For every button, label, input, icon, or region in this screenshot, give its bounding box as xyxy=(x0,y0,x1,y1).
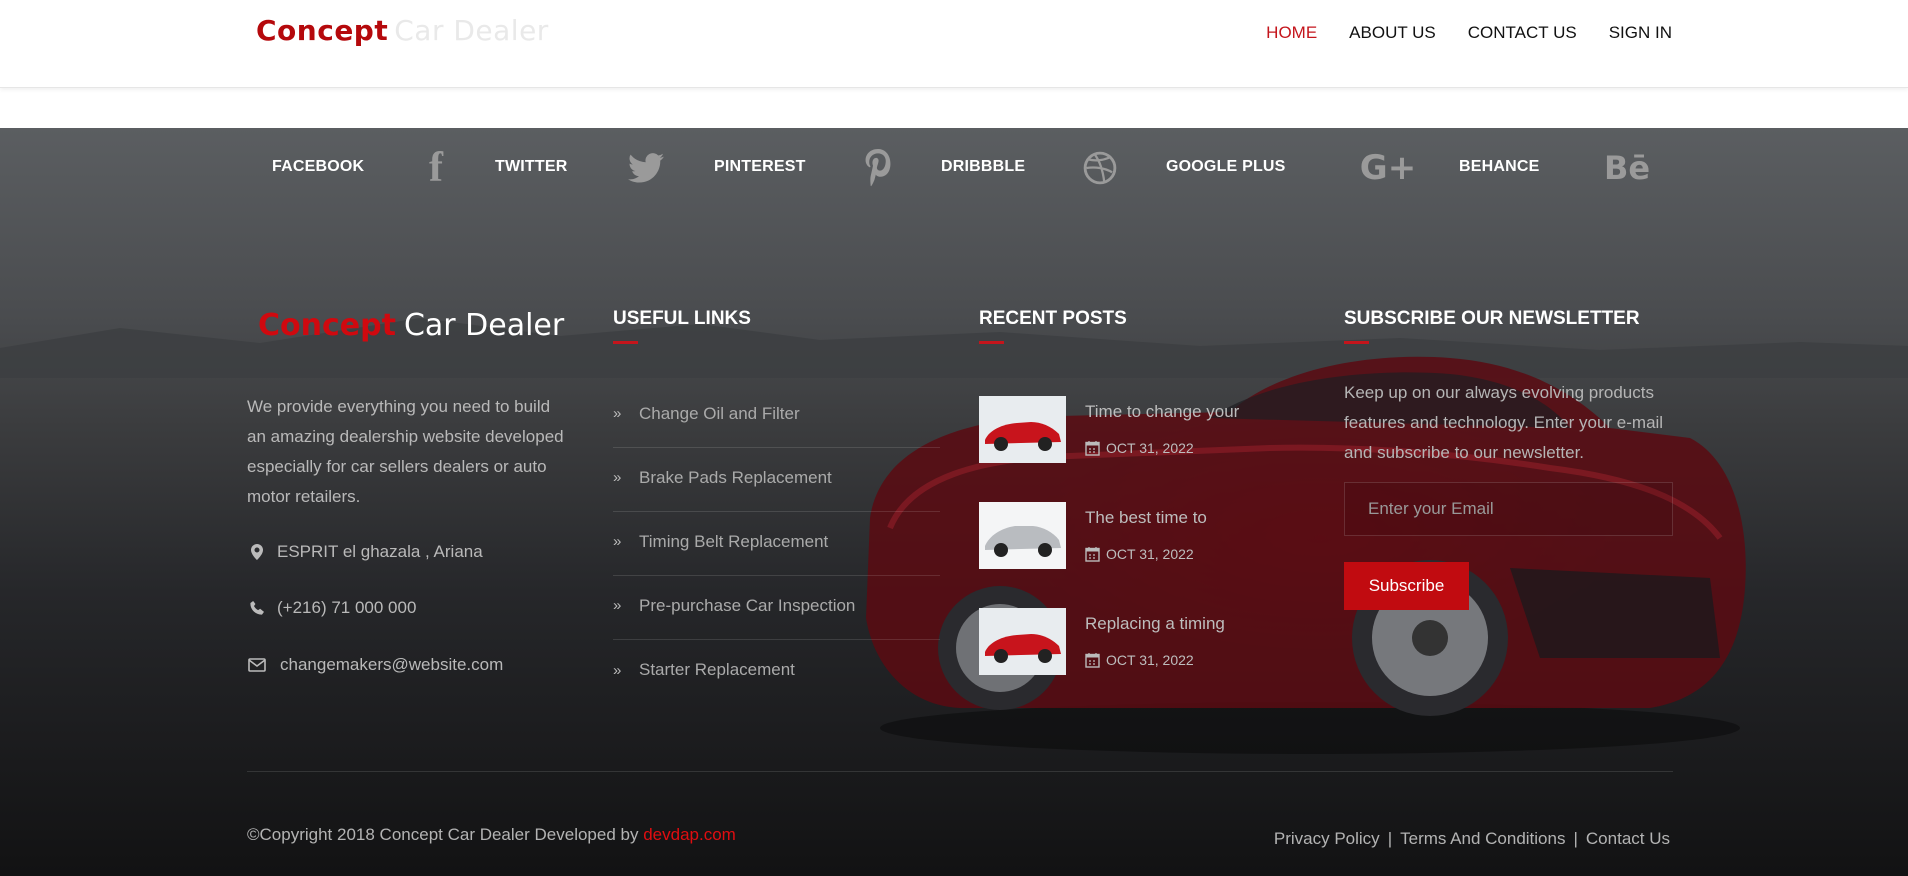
calendar-icon xyxy=(1085,546,1100,562)
double-chevron-right-icon: » xyxy=(613,661,622,679)
newsletter-description: Keep up on our always evolving products … xyxy=(1344,383,1664,462)
social-label-facebook[interactable]: FACEBOOK xyxy=(272,158,364,176)
footer-logo-primary: Concept xyxy=(258,308,396,343)
heading-underline xyxy=(613,341,638,344)
legal-separator: | xyxy=(1573,829,1578,848)
useful-links-heading: USEFUL LINKS xyxy=(613,308,751,344)
email-text[interactable]: changemakers@website.com xyxy=(280,655,503,675)
useful-link-label: Timing Belt Replacement xyxy=(639,531,829,551)
calendar-icon xyxy=(1085,440,1100,456)
envelope-icon xyxy=(247,655,267,675)
facebook-icon[interactable]: f xyxy=(416,145,456,191)
pinterest-icon[interactable] xyxy=(858,148,898,188)
post-title[interactable]: Time to change your xyxy=(1085,402,1239,422)
post-title[interactable]: The best time to xyxy=(1085,508,1207,528)
recent-post-item[interactable]: Time to change your OCT 31, 2022 xyxy=(979,396,1269,502)
post-date: OCT 31, 2022 xyxy=(1085,440,1194,456)
footer-logo[interactable]: Concept Car Dealer xyxy=(258,308,564,343)
useful-link-label: Pre-purchase Car Inspection xyxy=(639,595,856,615)
about-text: We provide everything you need to build … xyxy=(247,397,564,506)
useful-link-item[interactable]: » Pre-purchase Car Inspection xyxy=(613,576,940,640)
behance-icon[interactable]: Bē xyxy=(1602,148,1652,188)
map-marker-icon xyxy=(247,542,267,562)
double-chevron-right-icon: » xyxy=(613,597,622,614)
footer-logo-secondary: Car Dealer xyxy=(403,308,565,343)
recent-posts-title: RECENT POSTS xyxy=(979,308,1127,329)
post-date: OCT 31, 2022 xyxy=(1085,652,1194,668)
phone-icon xyxy=(247,598,267,618)
nav-home[interactable]: HOME xyxy=(1266,22,1317,44)
social-label-google-plus[interactable]: GOOGLE PLUS xyxy=(1166,158,1286,176)
useful-links-title: USEFUL LINKS xyxy=(613,308,751,329)
legal-links: Privacy Policy | Terms And Conditions | … xyxy=(1274,829,1670,849)
newsletter-title: SUBSCRIBE OUR NEWSLETTER xyxy=(1344,308,1640,329)
useful-link-label: Brake Pads Replacement xyxy=(639,467,832,487)
google-plus-icon[interactable]: G+ xyxy=(1360,148,1416,188)
useful-link-item[interactable]: » Starter Replacement xyxy=(613,640,940,704)
twitter-icon[interactable] xyxy=(626,148,666,188)
copyright: ©Copyright 2018 Concept Car Dealer Devel… xyxy=(247,825,736,845)
main-nav: HOME ABOUT US CONTACT US SIGN IN xyxy=(1234,22,1672,44)
newsletter-email-input[interactable] xyxy=(1344,482,1673,536)
post-date-text: OCT 31, 2022 xyxy=(1106,546,1194,562)
contact-address: ESPRIT el ghazala , Ariana xyxy=(247,542,483,562)
useful-links-list: » Change Oil and Filter » Brake Pads Repla… xyxy=(613,384,940,704)
useful-link-item[interactable]: » Timing Belt Replacement xyxy=(613,512,940,576)
post-date: OCT 31, 2022 xyxy=(1085,546,1194,562)
newsletter-heading: SUBSCRIBE OUR NEWSLETTER xyxy=(1344,308,1640,344)
post-title[interactable]: Replacing a timing xyxy=(1085,614,1225,634)
social-label-pinterest[interactable]: PINTEREST xyxy=(714,158,806,176)
recent-posts-list: Time to change your OCT 31, 2022 The bes… xyxy=(979,396,1269,714)
nav-sign-in[interactable]: SIGN IN xyxy=(1609,22,1672,44)
privacy-policy-link[interactable]: Privacy Policy xyxy=(1274,829,1380,849)
calendar-icon xyxy=(1085,652,1100,668)
address-text: ESPRIT el ghazala , Ariana xyxy=(277,542,483,561)
legal-separator: | xyxy=(1387,829,1393,848)
social-bar: FACEBOOK f TWITTER PINTEREST DRIBBBLE GO… xyxy=(0,128,1908,208)
nav-about-us[interactable]: ABOUT US xyxy=(1349,22,1436,44)
double-chevron-right-icon: » xyxy=(613,533,622,550)
social-label-dribbble[interactable]: DRIBBBLE xyxy=(941,158,1025,176)
logo-secondary-text: Car Dealer xyxy=(394,14,549,47)
developer-link[interactable]: devdap.com xyxy=(643,825,736,844)
nav-contact-us[interactable]: CONTACT US xyxy=(1468,22,1577,44)
social-label-twitter[interactable]: TWITTER xyxy=(495,158,568,176)
header-spacer xyxy=(0,88,1908,128)
site-logo[interactable]: Concept Car Dealer xyxy=(256,14,549,47)
footer-divider xyxy=(247,771,1673,772)
phone-text[interactable]: (+216) 71 000 000 xyxy=(277,598,416,618)
post-date-text: OCT 31, 2022 xyxy=(1106,652,1194,668)
post-thumbnail[interactable] xyxy=(979,396,1066,463)
site-footer: FACEBOOK f TWITTER PINTEREST DRIBBBLE GO… xyxy=(0,128,1908,876)
terms-link[interactable]: Terms And Conditions xyxy=(1400,829,1565,849)
recent-post-item[interactable]: Replacing a timing OCT 31, 2022 xyxy=(979,608,1269,714)
social-label-behance[interactable]: BEHANCE xyxy=(1459,158,1540,176)
useful-link-item[interactable]: » Change Oil and Filter xyxy=(613,384,940,448)
useful-link-item[interactable]: » Brake Pads Replacement xyxy=(613,448,940,512)
subscribe-button[interactable]: Subscribe xyxy=(1344,562,1469,610)
contact-us-link[interactable]: Contact Us xyxy=(1586,829,1670,849)
post-date-text: OCT 31, 2022 xyxy=(1106,440,1194,456)
useful-link-label: Change Oil and Filter xyxy=(639,403,800,423)
heading-underline xyxy=(979,341,1004,344)
recent-posts-heading: RECENT POSTS xyxy=(979,308,1127,344)
dribbble-icon[interactable] xyxy=(1080,148,1120,188)
contact-phone: (+216) 71 000 000 xyxy=(247,598,416,618)
recent-post-item[interactable]: The best time to OCT 31, 2022 xyxy=(979,502,1269,608)
heading-underline xyxy=(1344,341,1369,344)
copyright-text: ©Copyright 2018 Concept Car Dealer Devel… xyxy=(247,825,644,844)
post-thumbnail[interactable] xyxy=(979,608,1066,675)
contact-email: changemakers@website.com xyxy=(247,655,503,675)
double-chevron-right-icon: » xyxy=(613,469,622,486)
useful-link-label: Starter Replacement xyxy=(639,660,795,679)
logo-primary-text: Concept xyxy=(256,14,389,47)
double-chevron-right-icon: » xyxy=(613,405,622,422)
post-thumbnail[interactable] xyxy=(979,502,1066,569)
site-header: Concept Car Dealer HOME ABOUT US CONTACT … xyxy=(0,0,1908,88)
